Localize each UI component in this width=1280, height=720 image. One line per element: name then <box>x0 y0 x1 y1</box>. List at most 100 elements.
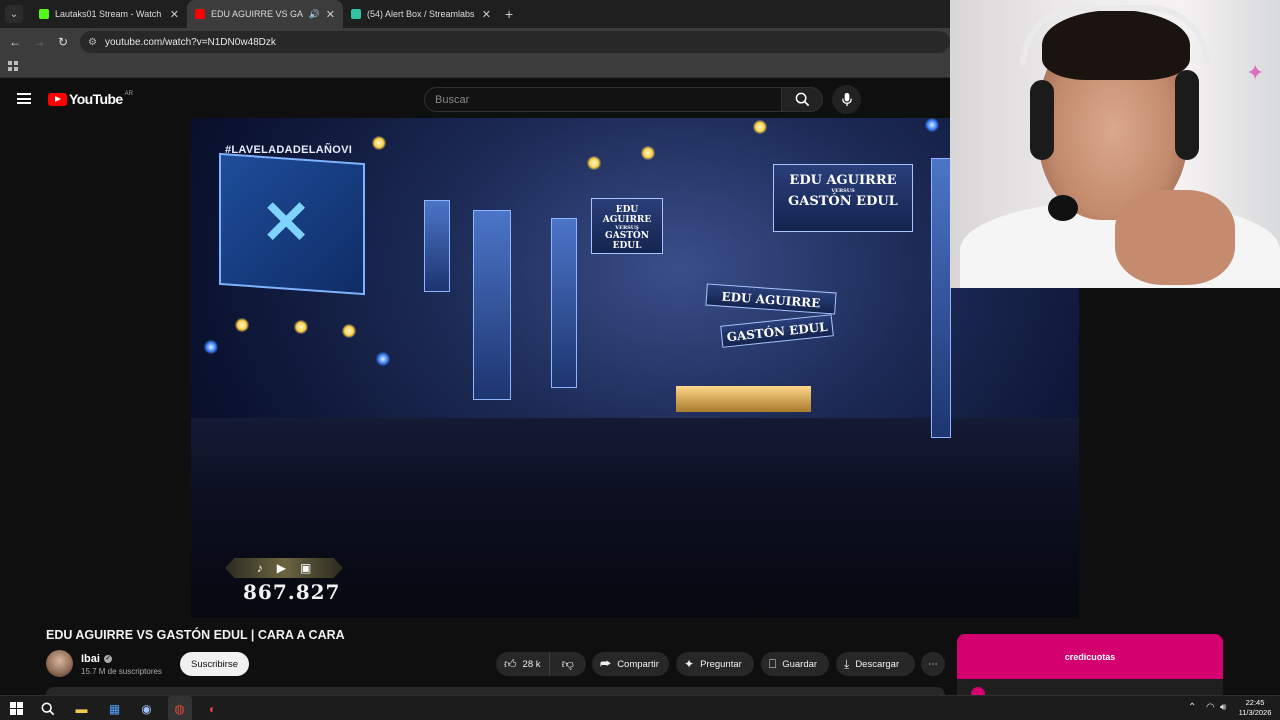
stage-light <box>372 136 386 150</box>
board-line1: EDU AGUIRRE <box>789 173 897 188</box>
stage-arch-bottom: GASTÓN EDUL <box>720 314 834 348</box>
download-label: Descargar <box>855 658 900 670</box>
channel-name: Ibai <box>81 653 100 665</box>
x-logo: ✕ <box>261 189 312 256</box>
speaker-icon[interactable]: 🔊 <box>309 9 320 20</box>
bookmarks-bar <box>0 56 950 78</box>
clock[interactable]: 22:45 11/3/2026 <box>1238 698 1272 718</box>
voice-search-button[interactable] <box>832 85 861 114</box>
like-dislike-group: 👍︎ 28 k 👎︎ <box>496 652 586 676</box>
search-input[interactable]: Buscar <box>424 87 782 112</box>
new-tab-button[interactable]: + <box>505 6 513 22</box>
dislike-button[interactable]: 👎︎ <box>550 657 586 672</box>
region-code: AR <box>124 91 133 97</box>
volume-icon[interactable]: 🔊︎ <box>1220 702 1226 713</box>
download-icon: ⤓ <box>844 656 850 671</box>
ad-brand: credicuotas <box>1064 652 1116 662</box>
obs-icon[interactable]: ◐ <box>204 700 221 717</box>
tab-streamlabs[interactable]: (54) Alert Box / Streamlabs ✕ <box>343 0 499 28</box>
tab-search-button[interactable]: ⌄ <box>5 5 23 23</box>
ask-button[interactable]: ✦ Preguntar <box>676 652 754 676</box>
stage-light <box>342 324 356 338</box>
stage-light <box>753 120 767 134</box>
apps-icon[interactable] <box>8 61 18 71</box>
youtube-logo[interactable]: YouTube AR <box>48 91 133 107</box>
share-icon: ⮫ <box>600 656 612 671</box>
stage-light <box>294 320 308 334</box>
save-button[interactable]: ⎕ Guardar <box>761 652 829 676</box>
wifi-icon[interactable]: ◠ <box>1206 702 1215 713</box>
channel-avatar[interactable] <box>46 650 73 677</box>
stage-light <box>641 146 655 160</box>
menu-icon[interactable] <box>17 93 31 104</box>
video-title: EDU AGUIRRE VS GASTÓN EDUL | CARA A CARA <box>46 628 345 642</box>
tab-strip: ⌄ Lautaks01 Stream - Watch Live ✕ EDU AG… <box>0 0 950 28</box>
close-icon[interactable]: ✕ <box>170 8 179 21</box>
share-button[interactable]: ⮫ Compartir <box>592 652 669 676</box>
tab-title: EDU AGUIRRE VS GASTÓN <box>211 9 303 19</box>
stage-light <box>376 352 390 366</box>
chevron-up-icon[interactable]: ⌃ <box>1188 702 1196 713</box>
forward-icon[interactable]: → <box>27 35 51 49</box>
stage-arch-top: EDU AGUIRRE <box>705 283 837 315</box>
tab-title: Lautaks01 Stream - Watch Live <box>55 9 164 19</box>
thumbs-down-icon: 👎︎ <box>561 656 574 671</box>
tiktok-icon: ♪ <box>256 561 263 575</box>
arch-line2: GASTÓN EDUL <box>726 319 829 345</box>
kick-icon <box>39 9 49 19</box>
subscribe-button[interactable]: Suscribirse <box>180 652 249 676</box>
stage-pillar <box>931 158 951 438</box>
url-text: youtube.com/watch?v=N1DN0w48Dzk <box>104 36 276 48</box>
search-icon[interactable] <box>39 700 56 717</box>
thumbs-up-icon: 👍︎ <box>504 656 517 671</box>
platform-badge: ♪ ▶ ▣ <box>225 558 343 578</box>
channel-name-link[interactable]: Ibai ✓ <box>81 653 112 665</box>
youtube-icon: ▶ <box>276 561 286 575</box>
headphone-band <box>1020 5 1210 65</box>
site-info-icon[interactable]: ⚙ <box>88 37 97 48</box>
stage-pillar <box>473 210 511 400</box>
headphone-right <box>1175 70 1199 160</box>
headphone-left <box>1030 80 1054 160</box>
webcam-hand <box>1115 190 1235 285</box>
stage-light <box>587 156 601 170</box>
headset-mic <box>1048 195 1078 221</box>
windows-start-icon[interactable] <box>8 700 25 717</box>
stage-pillar <box>551 218 577 388</box>
more-actions-button[interactable]: ⋯ <box>921 652 945 676</box>
stage-desk <box>676 386 811 412</box>
stage-light <box>925 118 939 132</box>
like-button[interactable]: 👍︎ 28 k <box>496 652 550 676</box>
logo-text: YouTube <box>69 91 123 107</box>
steam-icon[interactable]: ◉ <box>138 700 155 717</box>
ask-label: Preguntar <box>700 658 742 670</box>
store-icon[interactable]: ▦ <box>106 700 123 717</box>
share-label: Compartir <box>617 658 659 670</box>
chrome-icon[interactable]: ◍ <box>171 700 188 717</box>
url-input[interactable]: ⚙ youtube.com/watch?v=N1DN0w48Dzk <box>80 31 950 53</box>
bookmark-icon: ⎕ <box>769 656 777 671</box>
reload-icon[interactable]: ↻ <box>51 35 75 49</box>
back-icon[interactable]: ← <box>3 35 27 49</box>
ad-card[interactable]: credicuotas <box>957 634 1223 701</box>
stage-board-small: EDU AGUIRRE VERSUS GASTÓN EDUL <box>591 198 663 254</box>
address-bar: ← → ↻ ⚙ youtube.com/watch?v=N1DN0w48Dzk <box>0 28 950 56</box>
clock-time: 22:45 <box>1245 698 1265 707</box>
video-player[interactable]: ✕ #LAVELADADELAÑOVI EDU AGUIRRE VERSUS G… <box>191 118 1079 618</box>
board-line1: EDU AGUIRRE <box>602 205 652 225</box>
streamlabs-icon <box>351 9 361 19</box>
overlay-hashtag: #LAVELADADELAÑOVI <box>225 144 353 156</box>
tab-youtube[interactable]: EDU AGUIRRE VS GASTÓN 🔊 ✕ <box>187 0 343 28</box>
close-icon[interactable]: ✕ <box>482 8 491 21</box>
stage-light <box>204 340 218 354</box>
search-button[interactable] <box>781 87 823 112</box>
youtube-play-icon <box>48 92 67 106</box>
download-button[interactable]: ⤓ Descargar <box>836 652 915 676</box>
arch-line1: EDU AGUIRRE <box>721 289 821 311</box>
tab-kick[interactable]: Lautaks01 Stream - Watch Live ✕ <box>31 0 187 28</box>
save-label: Guardar <box>782 658 818 670</box>
twitch-icon: ▣ <box>299 561 312 575</box>
close-icon[interactable]: ✕ <box>326 8 335 21</box>
file-explorer-icon[interactable]: ▬ <box>73 700 90 717</box>
clock-date: 11/3/2026 <box>1238 708 1272 717</box>
